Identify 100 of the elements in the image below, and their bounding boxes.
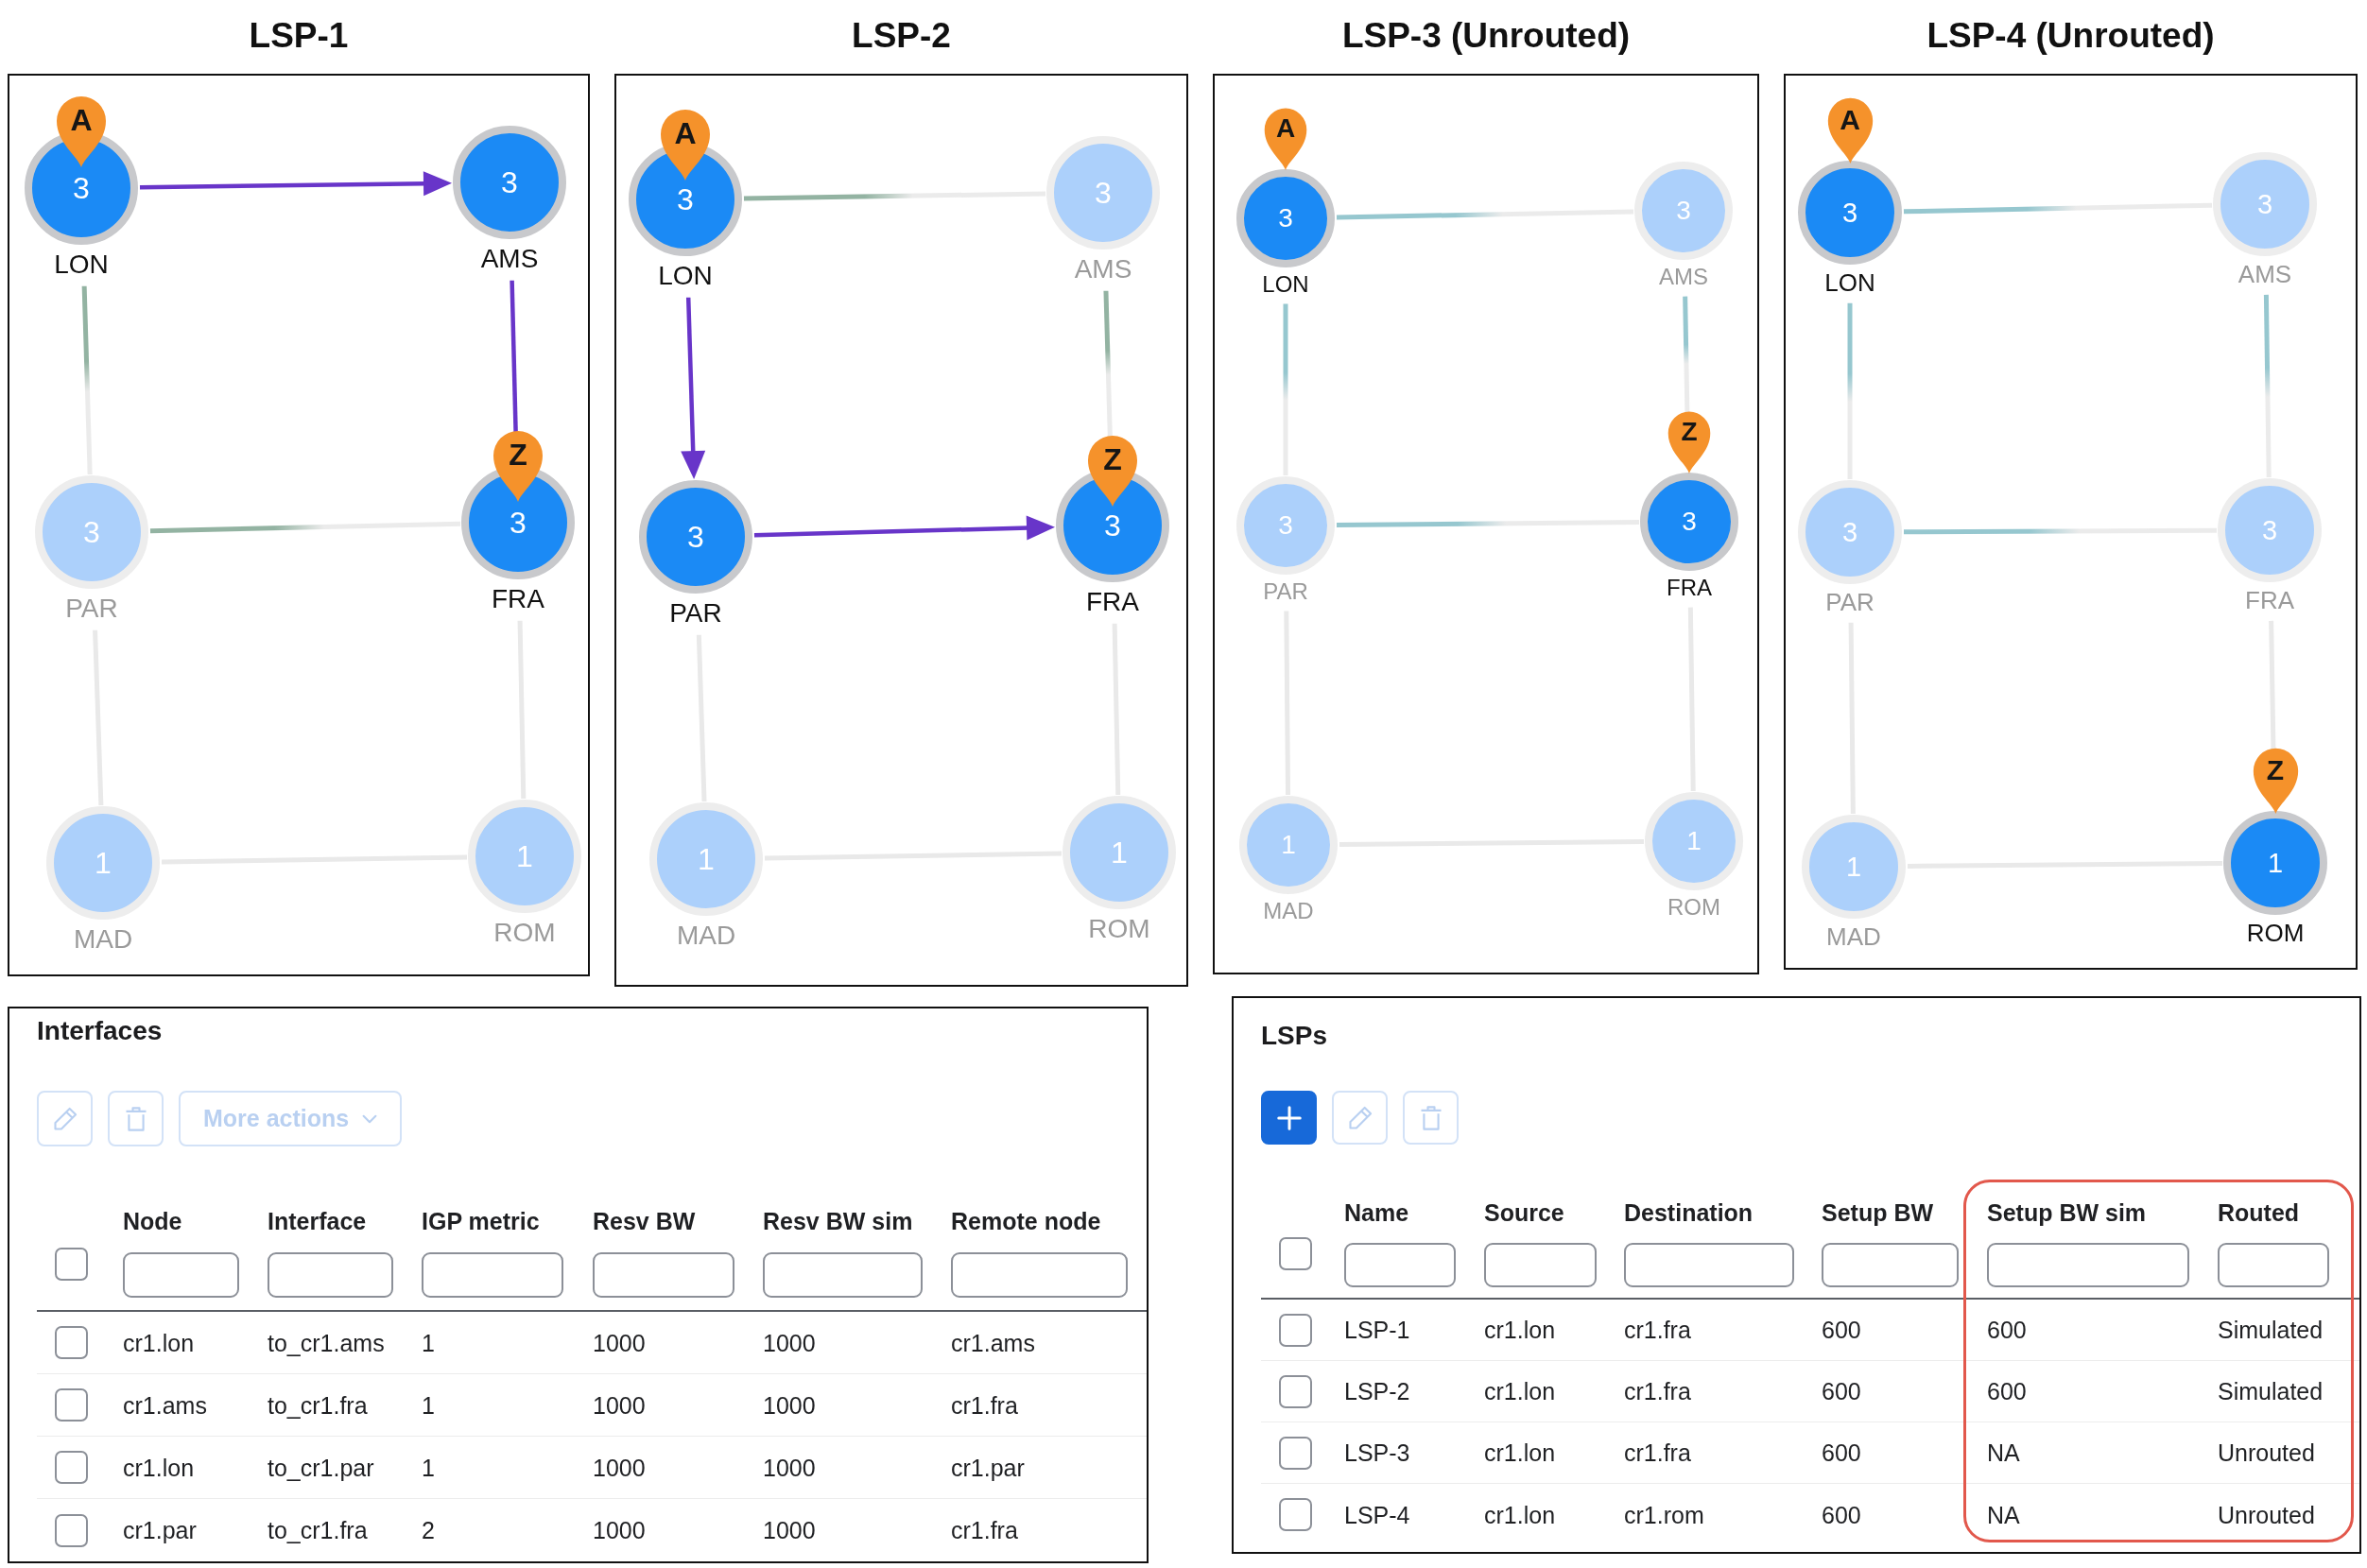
table-cell: cr1.lon xyxy=(123,1453,195,1482)
table-cell: to_cr1.fra xyxy=(268,1516,368,1544)
pin-marker: Z xyxy=(1086,433,1139,507)
pin-marker: Z xyxy=(492,428,544,502)
pin-marker: A xyxy=(659,107,712,181)
filter-field[interactable] xyxy=(123,1252,239,1298)
filter-field[interactable] xyxy=(422,1252,563,1298)
table-cell: Simulated xyxy=(2218,1377,2324,1405)
column-header: Setup BW sim xyxy=(1987,1198,2147,1227)
node-label: ROM xyxy=(1667,893,1720,922)
select-all-checkbox[interactable] xyxy=(1279,1237,1312,1270)
node-label: LON xyxy=(54,249,109,281)
chevron-down-icon xyxy=(362,1113,378,1124)
node-label: AMS xyxy=(1074,253,1132,285)
table-cell: 600 xyxy=(1822,1316,1861,1344)
node-label: MAD xyxy=(676,920,736,952)
plus-icon xyxy=(1274,1103,1304,1132)
table-cell: cr1.ams xyxy=(951,1328,1035,1357)
node-label: MAD xyxy=(1263,897,1314,925)
node-label: MAD xyxy=(1826,922,1881,952)
node-label: FRA xyxy=(1667,574,1712,602)
filter-field[interactable] xyxy=(951,1252,1128,1298)
node-label: PAR xyxy=(65,593,118,625)
table-cell: cr1.lon xyxy=(1484,1500,1556,1529)
table-cell: LSP-1 xyxy=(1344,1316,1410,1344)
filter-field[interactable] xyxy=(1484,1243,1597,1287)
table-cell: Unrouted xyxy=(2218,1439,2315,1467)
table-cell: 600 xyxy=(1987,1316,2027,1344)
table-cell: 1000 xyxy=(593,1453,646,1482)
column-header: Routed xyxy=(2218,1198,2300,1227)
table-cell: cr1.par xyxy=(123,1516,197,1544)
column-header: Name xyxy=(1344,1198,1409,1227)
column-header: Destination xyxy=(1624,1198,1754,1227)
column-header: Node xyxy=(123,1207,182,1235)
table-cell: to_cr1.fra xyxy=(268,1390,368,1420)
panel-title: LSP-2 xyxy=(852,15,951,57)
table-cell: cr1.fra xyxy=(1624,1316,1691,1344)
table-cell: Unrouted xyxy=(2218,1500,2315,1529)
node-label: AMS xyxy=(1659,263,1708,291)
table-cell: cr1.fra xyxy=(1624,1439,1691,1467)
filter-field[interactable] xyxy=(268,1252,393,1298)
table-cell: cr1.lon xyxy=(1484,1377,1556,1405)
table-cell: 1000 xyxy=(593,1390,646,1420)
node-label: LON xyxy=(1262,270,1309,299)
node-label: LON xyxy=(658,260,713,292)
table-cell: to_cr1.par xyxy=(268,1453,374,1482)
row-checkbox[interactable] xyxy=(55,1388,88,1422)
pin-marker: Z xyxy=(1667,409,1712,474)
table-cell: cr1.lon xyxy=(1484,1439,1556,1467)
filter-field[interactable] xyxy=(1624,1243,1794,1287)
filter-field[interactable] xyxy=(763,1252,923,1298)
node-label: FRA xyxy=(1086,586,1139,618)
table-cell: LSP-2 xyxy=(1344,1377,1410,1405)
filter-field[interactable] xyxy=(1344,1243,1456,1287)
row-checkbox[interactable] xyxy=(1279,1436,1312,1470)
table-cell: 1 xyxy=(422,1328,435,1357)
node-label: FRA xyxy=(2245,585,2294,615)
table-cell: cr1.fra xyxy=(951,1390,1018,1420)
card-title: Interfaces xyxy=(37,1016,163,1046)
row-checkbox[interactable] xyxy=(1279,1313,1312,1347)
table-cell: 2 xyxy=(422,1516,435,1544)
column-header: Remote node xyxy=(951,1207,1101,1235)
table-cell: cr1.fra xyxy=(951,1516,1018,1544)
table-cell: 1000 xyxy=(593,1328,646,1357)
table-cell: cr1.rom xyxy=(1624,1500,1704,1529)
table-cell: 1 xyxy=(422,1390,435,1420)
column-header: Interface xyxy=(268,1207,367,1235)
filter-field[interactable] xyxy=(593,1252,734,1298)
table-cell: Simulated xyxy=(2218,1316,2324,1344)
panel-title: LSP-1 xyxy=(249,15,349,57)
filter-field[interactable] xyxy=(1822,1243,1959,1287)
node-label: LON xyxy=(1824,267,1875,298)
add-button[interactable] xyxy=(1261,1091,1317,1145)
filter-field[interactable] xyxy=(1987,1243,2189,1287)
filter-field[interactable] xyxy=(2218,1243,2329,1287)
column-header: IGP metric xyxy=(422,1207,540,1235)
column-header: Setup BW xyxy=(1822,1198,1934,1227)
table-cell: cr1.lon xyxy=(1484,1316,1556,1344)
row-checkbox[interactable] xyxy=(55,1513,88,1547)
row-checkbox[interactable] xyxy=(1279,1498,1312,1531)
panel-title: LSP-3 (Unrouted) xyxy=(1341,15,1631,57)
table-cell: 1000 xyxy=(763,1390,816,1420)
node-label: PAR xyxy=(669,597,722,629)
column-header: Source xyxy=(1484,1198,1564,1227)
table-cell: 1000 xyxy=(763,1516,816,1544)
table-cell: cr1.fra xyxy=(1624,1377,1691,1405)
row-checkbox[interactable] xyxy=(1279,1374,1312,1408)
table-cell: LSP-4 xyxy=(1344,1500,1410,1529)
row-checkbox[interactable] xyxy=(55,1451,88,1484)
card-title: LSPs xyxy=(1261,1021,1328,1051)
row-checkbox[interactable] xyxy=(55,1326,88,1359)
pencil-icon xyxy=(1346,1104,1374,1131)
node-label: ROM xyxy=(493,917,556,949)
panel-title: LSP-4 (Unrouted) xyxy=(1926,15,2215,57)
table-cell: to_cr1.ams xyxy=(268,1328,385,1357)
pin-marker: A xyxy=(1825,95,1875,164)
select-all-checkbox[interactable] xyxy=(55,1248,88,1281)
table-cell: LSP-3 xyxy=(1344,1439,1410,1467)
table-cell: cr1.par xyxy=(951,1453,1025,1482)
table-cell: 600 xyxy=(1987,1377,2027,1405)
